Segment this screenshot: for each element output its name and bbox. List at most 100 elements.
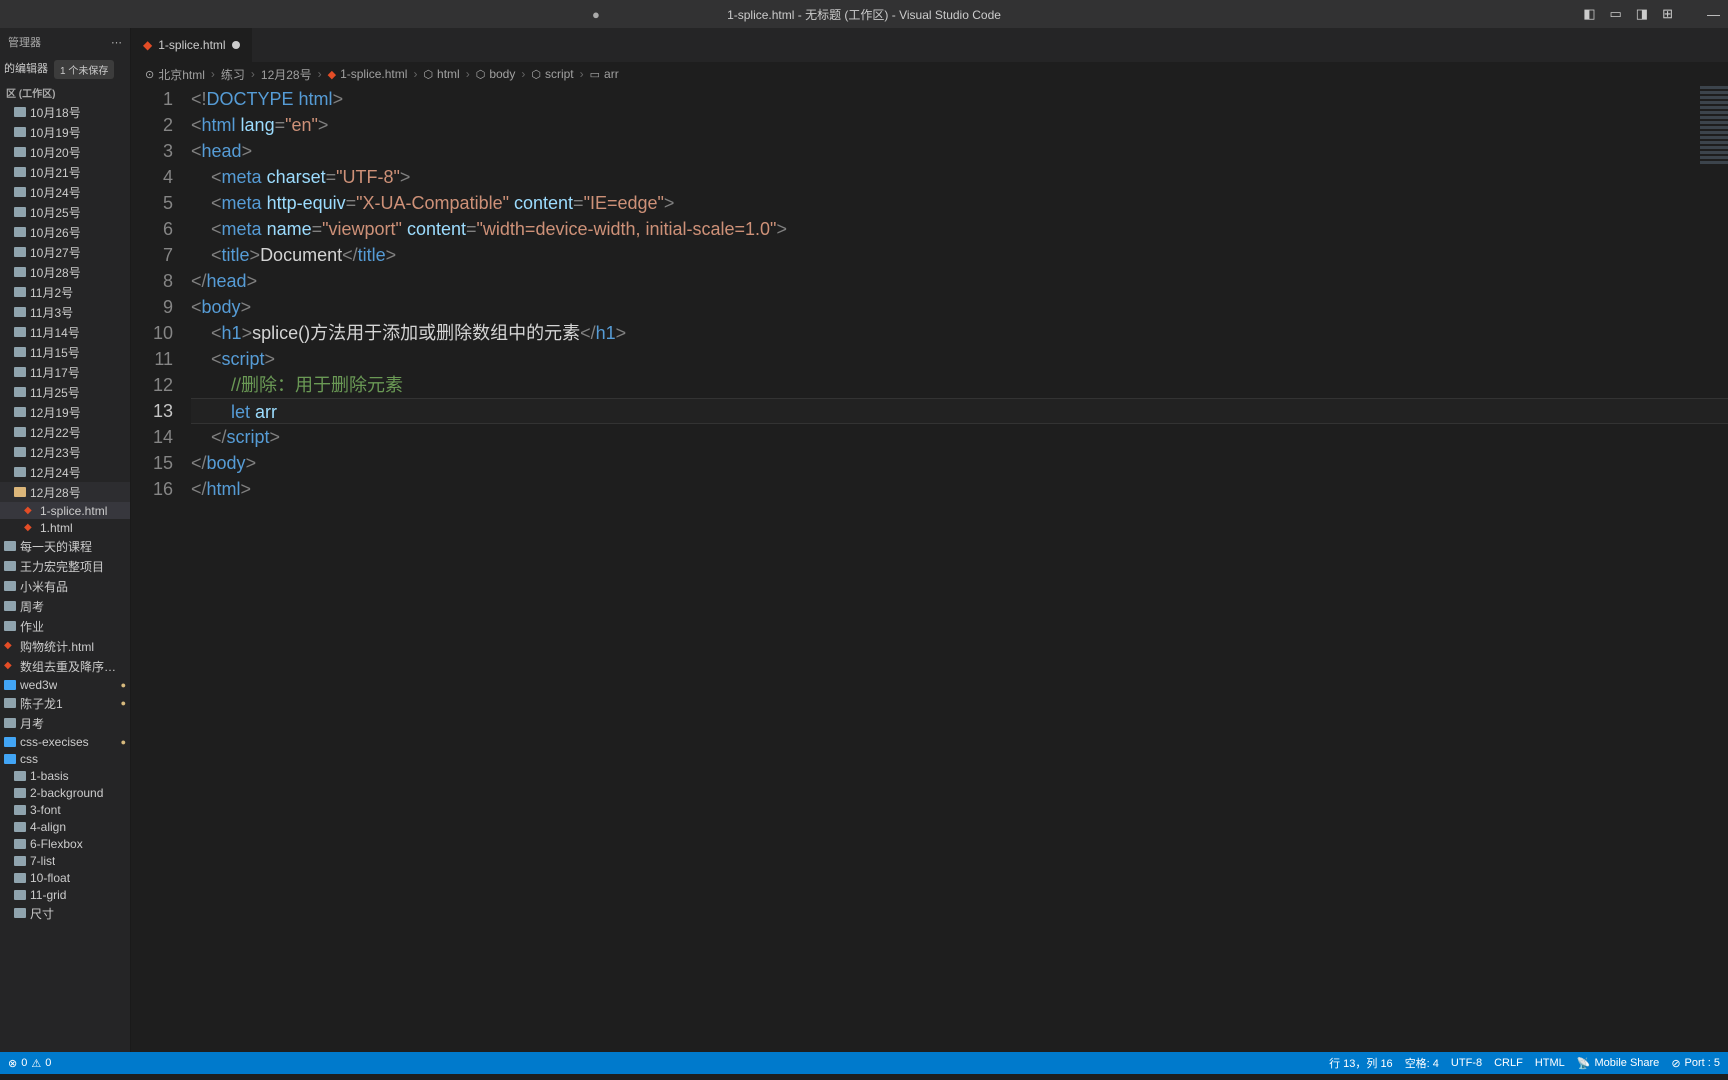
file-item[interactable]: ◆购物统计.html xyxy=(0,636,130,656)
folder-item[interactable]: 王力宏完整项目 xyxy=(0,556,130,576)
folder-item[interactable]: 10月21号 xyxy=(0,162,130,182)
folder-item[interactable]: 12月22号 xyxy=(0,422,130,442)
code-line[interactable]: </body> xyxy=(191,450,1728,476)
folder-item[interactable]: 7-list xyxy=(0,852,130,869)
breadcrumb-segment[interactable]: 12月28号 xyxy=(261,66,312,83)
tree-item-label: 6-Flexbox xyxy=(30,837,83,851)
window-minimize-icon[interactable]: — xyxy=(1707,7,1720,22)
folder-item[interactable]: 10月19号 xyxy=(0,122,130,142)
folder-item[interactable]: 月考 xyxy=(0,713,130,733)
more-actions-icon[interactable]: ⋯ xyxy=(111,36,122,49)
breadcrumb-segment[interactable]: arr xyxy=(604,67,619,81)
file-tree[interactable]: 10月18号10月19号10月20号10月21号10月24号10月25号10月2… xyxy=(0,102,130,1052)
folder-item[interactable]: 每一天的课程 xyxy=(0,536,130,556)
folder-item[interactable]: 11月14号 xyxy=(0,322,130,342)
code-line[interactable]: <title>Document</title> xyxy=(191,242,1728,268)
folder-item[interactable]: 11月2号 xyxy=(0,282,130,302)
tab-active[interactable]: ◆ 1-splice.html xyxy=(131,28,253,62)
code-content[interactable]: <!DOCTYPE html><html lang="en"><head> <m… xyxy=(191,86,1728,1052)
code-line[interactable]: <html lang="en"> xyxy=(191,112,1728,138)
folder-item[interactable]: 11月15号 xyxy=(0,342,130,362)
folder-item[interactable]: 小米有品 xyxy=(0,576,130,596)
workspace-label[interactable]: 区 (工作区) xyxy=(0,83,130,102)
folder-item[interactable]: 10月28号 xyxy=(0,262,130,282)
folder-item[interactable]: 作业 xyxy=(0,616,130,636)
folder-item[interactable]: 11月25号 xyxy=(0,382,130,402)
folder-item[interactable]: 10月24号 xyxy=(0,182,130,202)
breadcrumb-segment[interactable]: 北京html xyxy=(158,66,205,83)
folder-item[interactable]: 11月17号 xyxy=(0,362,130,382)
code-line[interactable]: <script> xyxy=(191,346,1728,372)
folder-item[interactable]: 12月19号 xyxy=(0,402,130,422)
breadcrumb-segment[interactable]: 练习 xyxy=(221,66,245,83)
folder-icon xyxy=(14,327,26,337)
tree-item-label: 每一天的课程 xyxy=(20,538,92,555)
status-errors[interactable]: ⊗ 0 ⚠ 0 xyxy=(8,1057,51,1070)
folder-item[interactable]: 陈子龙1● xyxy=(0,693,130,713)
folder-item[interactable]: 1-basis xyxy=(0,767,130,784)
layout-customize-icon[interactable]: ⊞ xyxy=(1662,6,1673,22)
folder-item[interactable]: wed3w● xyxy=(0,676,130,693)
code-line[interactable]: <meta charset="UTF-8"> xyxy=(191,164,1728,190)
code-line[interactable]: <body> xyxy=(191,294,1728,320)
folder-item[interactable]: 10-float xyxy=(0,869,130,886)
layout-sidebar-left-icon[interactable]: ◧ xyxy=(1583,6,1595,22)
folder-item[interactable]: 11月3号 xyxy=(0,302,130,322)
code-line[interactable]: <h1>splice()方法用于添加或删除数组中的元素</h1> xyxy=(191,320,1728,346)
tab-modified-dot[interactable] xyxy=(232,41,240,49)
code-line[interactable]: </head> xyxy=(191,268,1728,294)
folder-item[interactable]: 10月27号 xyxy=(0,242,130,262)
tree-item-label: 陈子龙1 xyxy=(20,695,63,712)
folder-item[interactable]: 12月24号 xyxy=(0,462,130,482)
open-editors-header[interactable]: 的编辑器 1 个未保存 xyxy=(0,56,130,83)
status-line-col[interactable]: 行 13，列 16 xyxy=(1329,1055,1393,1071)
folder-item[interactable]: 2-background xyxy=(0,784,130,801)
folder-item[interactable]: css-execises● xyxy=(0,733,130,750)
code-line[interactable]: //删除：用于删除元素 xyxy=(191,372,1728,398)
folder-item[interactable]: 11-grid xyxy=(0,886,130,903)
code-line[interactable]: <!DOCTYPE html> xyxy=(191,86,1728,112)
file-item[interactable]: ◆1.html xyxy=(0,519,130,536)
code-line[interactable]: </script> xyxy=(191,424,1728,450)
layout-panel-icon[interactable]: ▭ xyxy=(1610,6,1622,22)
folder-icon xyxy=(14,427,26,437)
code-editor[interactable]: 12345678910111213141516 <!DOCTYPE html><… xyxy=(131,86,1728,1052)
breadcrumb-segment[interactable]: html xyxy=(437,67,460,81)
code-line[interactable]: let arr xyxy=(191,398,1728,424)
tree-item-label: 3-font xyxy=(30,803,61,817)
folder-item[interactable]: 10月26号 xyxy=(0,222,130,242)
breadcrumb-segment[interactable]: script xyxy=(545,67,574,81)
folder-item[interactable]: 4-align xyxy=(0,818,130,835)
line-gutter: 12345678910111213141516 xyxy=(131,86,191,1052)
folder-item[interactable]: 周考 xyxy=(0,596,130,616)
folder-item[interactable]: 尺寸 xyxy=(0,903,130,923)
folder-item[interactable]: css xyxy=(0,750,130,767)
folder-item[interactable]: 6-Flexbox xyxy=(0,835,130,852)
code-line[interactable]: <meta name="viewport" content="width=dev… xyxy=(191,216,1728,242)
folder-item[interactable]: 10月18号 xyxy=(0,102,130,122)
layout-sidebar-right-icon[interactable]: ◨ xyxy=(1636,6,1648,22)
status-mobile-share[interactable]: 📡 Mobile Share xyxy=(1577,1057,1660,1070)
tree-item-label: 王力宏完整项目 xyxy=(20,558,104,575)
code-line[interactable]: <head> xyxy=(191,138,1728,164)
breadcrumb-segment[interactable]: 1-splice.html xyxy=(340,67,407,81)
folder-icon xyxy=(14,347,26,357)
status-port[interactable]: ⊘ Port : 5 xyxy=(1671,1057,1720,1070)
code-line[interactable]: </html> xyxy=(191,476,1728,502)
folder-item[interactable]: 10月25号 xyxy=(0,202,130,222)
folder-item[interactable]: 12月28号 xyxy=(0,482,130,502)
folder-item[interactable]: 10月20号 xyxy=(0,142,130,162)
folder-item[interactable]: 3-font xyxy=(0,801,130,818)
tree-item-label: 10月25号 xyxy=(30,204,81,221)
file-item[interactable]: ◆数组去重及降序排序.html xyxy=(0,656,130,676)
breadcrumb[interactable]: ⊙北京html›练习›12月28号›◆1-splice.html›⬡html›⬡… xyxy=(131,62,1728,86)
status-indent[interactable]: 空格: 4 xyxy=(1405,1055,1439,1071)
file-item[interactable]: ◆1-splice.html xyxy=(0,502,130,519)
code-line[interactable]: <meta http-equiv="X-UA-Compatible" conte… xyxy=(191,190,1728,216)
folder-item[interactable]: 12月23号 xyxy=(0,442,130,462)
minimap[interactable] xyxy=(1700,86,1728,226)
status-eol[interactable]: CRLF xyxy=(1494,1057,1523,1069)
status-language[interactable]: HTML xyxy=(1535,1057,1565,1069)
breadcrumb-segment[interactable]: body xyxy=(489,67,515,81)
status-encoding[interactable]: UTF-8 xyxy=(1451,1057,1482,1069)
